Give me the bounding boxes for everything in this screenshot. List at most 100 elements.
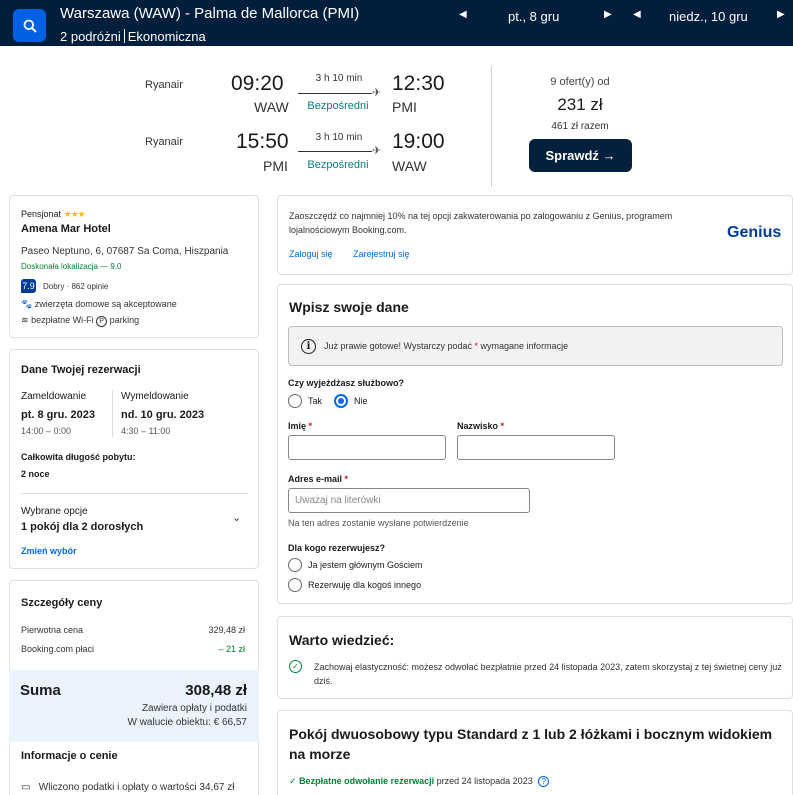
wifi-icon: ≋ bbox=[21, 315, 29, 325]
business-no-label[interactable]: Nie bbox=[354, 396, 368, 406]
checkin-label: Zameldowanie bbox=[21, 391, 87, 402]
someone-else-label[interactable]: Rezerwuję dla kogoś innego bbox=[308, 580, 421, 590]
price-info-title: Informacje o cenie bbox=[21, 750, 118, 762]
info-banner: i Już prawie gotowe! Wystarczy podać * w… bbox=[288, 326, 783, 366]
inbound-arr-code: WAW bbox=[392, 158, 427, 174]
chevron-down-icon[interactable]: ⌄ bbox=[232, 511, 241, 524]
someone-else-radio[interactable] bbox=[288, 578, 302, 592]
inbound-dep-code: PMI bbox=[263, 158, 288, 174]
pets-amenity: 🐾 zwierzęta domowe są akceptowane bbox=[21, 299, 177, 309]
property-type: Pensjonat ★★★ bbox=[21, 209, 86, 219]
offers-count: 9 ofert(y) od bbox=[550, 76, 610, 88]
flight-total: 461 zł razem bbox=[551, 121, 609, 132]
last-name-label: Nazwisko * bbox=[457, 421, 505, 431]
outbound-airline: Ryanair bbox=[145, 79, 183, 91]
stay-label: Całkowita długość pobytu: bbox=[21, 452, 136, 462]
genius-text: Zaoszczędź co najmniej 10% na tej opcji … bbox=[289, 211, 673, 235]
discount-label: Booking.com płaci bbox=[21, 644, 95, 654]
check-circle-icon: ✓ bbox=[289, 660, 302, 673]
divider bbox=[112, 390, 113, 437]
first-name-input[interactable] bbox=[288, 435, 446, 460]
room-title: Pokój dwuosobowy typu Standard z 1 lub 2… bbox=[289, 726, 773, 762]
inbound-dep-time: 15:50 bbox=[236, 130, 289, 153]
options-value: 1 pokój dla 2 dorosłych bbox=[21, 521, 144, 533]
options-label: Wybrane opcje bbox=[21, 506, 88, 517]
email-label: Adres e-mail * bbox=[288, 474, 349, 484]
review-score-badge: 7.9 bbox=[21, 279, 36, 293]
search-icon bbox=[23, 19, 37, 33]
hotel-card: Pensjonat ★★★ Amena Mar Hotel Paseo Nept… bbox=[9, 195, 259, 338]
genius-logo: Genius bbox=[727, 224, 782, 241]
sum-note-currency: W walucie obiektu: € 66,57 bbox=[127, 717, 247, 728]
inbound-stops: Bezpośredni bbox=[307, 159, 369, 171]
hotel-address: Paseo Neptuno, 6, 07687 Sa Coma, Hiszpan… bbox=[21, 246, 229, 257]
divider bbox=[491, 66, 492, 187]
return-date[interactable]: niedz., 10 gru bbox=[669, 9, 748, 24]
trip-details[interactable]: 2 podróżni Ekonomiczna bbox=[60, 29, 206, 44]
wifi-amenity: ≋ bezpłatne Wi-Fi P parking bbox=[21, 315, 140, 327]
worth-knowing-card: Warto wiedzieć: ✓ Zachowaj elastyczność:… bbox=[277, 616, 793, 699]
outbound-dep-time: 09:20 bbox=[231, 72, 284, 95]
return-prev-arrow-icon[interactable]: ◀ bbox=[633, 9, 641, 20]
divider bbox=[123, 29, 125, 43]
sum-note-taxes: Zawiera opłaty i podatki bbox=[141, 703, 247, 714]
worth-text: Zachowaj elastyczność: możesz odwołać be… bbox=[314, 662, 782, 686]
last-name-input[interactable] bbox=[457, 435, 615, 460]
inbound-line bbox=[298, 151, 372, 152]
for-whom-question: Dla kogo rezerwujesz? bbox=[288, 543, 386, 553]
flight-card[interactable]: Ryanair 09:20 WAW 3 h 10 min ✈ Bezpośred… bbox=[0, 46, 793, 194]
first-name-label: Imię * bbox=[288, 421, 313, 431]
stay-value: 2 noce bbox=[21, 469, 50, 479]
checkout-date: nd. 10 gru. 2023 bbox=[121, 409, 205, 421]
outbound-arr-code: PMI bbox=[392, 99, 417, 115]
return-next-arrow-icon[interactable]: ▶ bbox=[777, 9, 785, 20]
business-yes-radio[interactable] bbox=[288, 394, 302, 408]
sum-value: 308,48 zł bbox=[185, 682, 247, 699]
flight-price: 231 zł bbox=[557, 95, 603, 114]
email-input[interactable]: Uważaj na literówki bbox=[288, 488, 530, 513]
check-button[interactable]: Sprawdź → bbox=[529, 139, 632, 172]
outbound-duration: 3 h 10 min bbox=[315, 73, 363, 84]
business-yes-label[interactable]: Tak bbox=[308, 396, 322, 406]
search-button[interactable] bbox=[13, 9, 46, 42]
question-icon[interactable]: ? bbox=[538, 776, 550, 787]
inbound-arr-time: 19:00 bbox=[392, 130, 445, 153]
login-link[interactable]: Zaloguj się bbox=[289, 249, 333, 259]
travelers-count: 2 podróżni bbox=[60, 29, 121, 44]
location-score: Doskonała lokalizacja — 9.0 bbox=[21, 262, 122, 271]
checkin-date: pt. 8 gru. 2023 bbox=[21, 409, 95, 421]
change-selection-link[interactable]: Zmień wybór bbox=[21, 546, 77, 556]
genius-card: Zaoszczędź co najmniej 10% na tej opcji … bbox=[277, 195, 793, 275]
reservation-card: Dane Twojej rezerwacji Zameldowanie pt. … bbox=[9, 349, 259, 569]
business-no-radio[interactable] bbox=[334, 394, 348, 408]
main-guest-label[interactable]: Ja jestem głównym Gościem bbox=[308, 560, 423, 570]
parking-amenity: parking bbox=[109, 315, 140, 325]
depart-prev-arrow-icon[interactable]: ◀ bbox=[459, 9, 467, 20]
cabin-class: Ekonomiczna bbox=[127, 29, 206, 44]
discount-value: – 21 zł bbox=[218, 644, 245, 654]
email-note: Na ten adres zostanie wysłane potwierdze… bbox=[288, 518, 469, 528]
sum-box: Suma 308,48 zł Zawiera opłaty i podatki … bbox=[9, 670, 259, 742]
inbound-airline: Ryanair bbox=[145, 136, 183, 148]
form-title: Wpisz swoje dane bbox=[289, 299, 409, 315]
route-title[interactable]: Warszawa (WAW) - Palma de Mallorca (PMI) bbox=[60, 5, 359, 22]
original-price-label: Pierwotna cena bbox=[21, 625, 84, 635]
main-guest-radio[interactable] bbox=[288, 558, 302, 572]
worth-title: Warto wiedzieć: bbox=[289, 632, 395, 648]
depart-date[interactable]: pt., 8 gru bbox=[508, 9, 559, 24]
register-link[interactable]: Zarejestruj się bbox=[353, 249, 410, 259]
info-banner-text: Już prawie gotowe! Wystarczy podać * wym… bbox=[324, 341, 569, 351]
plane-icon: ✈ bbox=[372, 87, 382, 99]
inbound-duration: 3 h 10 min bbox=[315, 132, 363, 143]
paw-icon: 🐾 bbox=[21, 299, 33, 309]
depart-next-arrow-icon[interactable]: ▶ bbox=[604, 9, 612, 20]
outbound-arr-time: 12:30 bbox=[392, 72, 445, 95]
search-header: Warszawa (WAW) - Palma de Mallorca (PMI)… bbox=[0, 0, 793, 46]
price-info-text: ▭ Wliczono podatki i opłaty o wartości 3… bbox=[21, 782, 235, 793]
money-icon: ▭ bbox=[21, 782, 31, 793]
parking-icon: P bbox=[96, 316, 108, 327]
sum-label: Suma bbox=[20, 682, 61, 699]
checkout-time: 4:30 – 11:00 bbox=[121, 426, 171, 436]
check-icon: ✓ bbox=[289, 776, 297, 786]
outbound-stops: Bezpośredni bbox=[307, 100, 369, 112]
